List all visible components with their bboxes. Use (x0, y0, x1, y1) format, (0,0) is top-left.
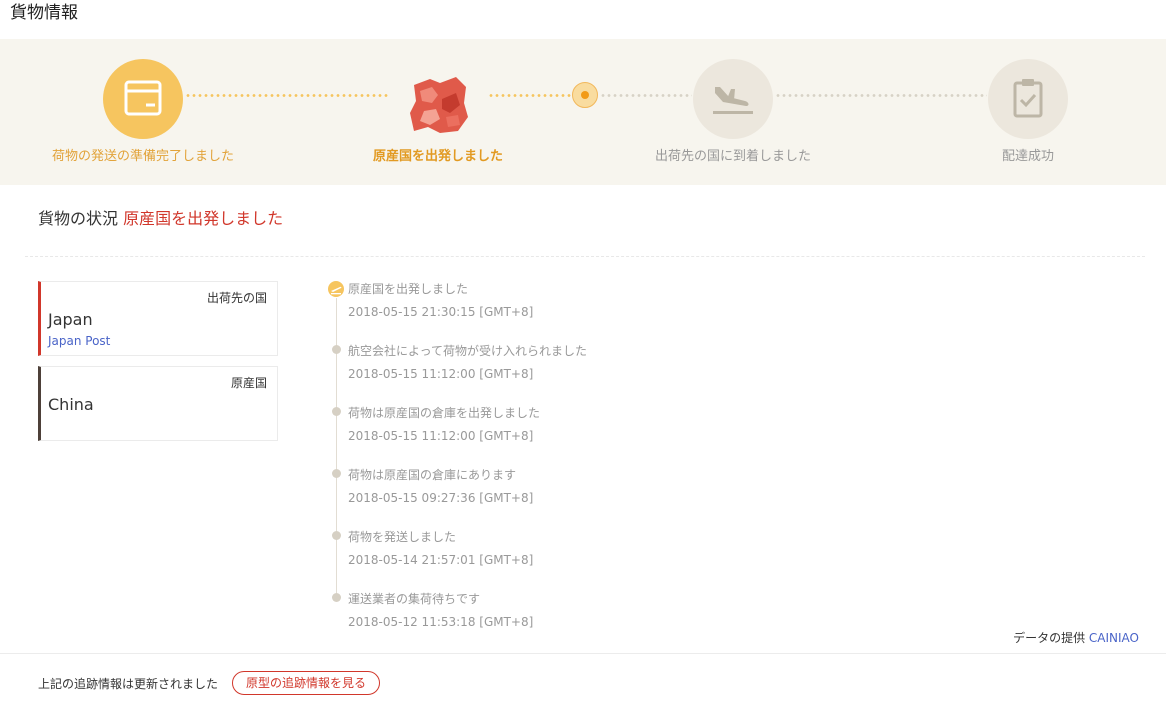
footer-divider (0, 653, 1166, 654)
progress-step-label: 荷物の発送の準備完了しました (51, 149, 234, 164)
current-position-marker (572, 82, 598, 108)
shipment-status: 貨物の状況 原産国を出発しました (38, 208, 283, 230)
destination-card: 出荷先の国 Japan Japan Post (38, 281, 278, 356)
timeline-dot (332, 593, 341, 602)
timeline-dot (332, 531, 341, 540)
timeline-dot (332, 407, 341, 416)
timeline-event-title: 荷物は原産国の倉庫にあります (348, 468, 517, 482)
provider-label: データの提供 (1013, 631, 1086, 645)
page-title: 貨物情報 (10, 3, 78, 23)
provider-link[interactable]: CAINIAO (1089, 631, 1139, 645)
timeline-event-title: 原産国を出発しました (348, 282, 469, 296)
timeline-event-title: 荷物を発送しました (348, 530, 457, 544)
progress-step-label: 出荷先の国に到着しました (654, 149, 811, 164)
progress-step-label: 配達成功 (1001, 149, 1054, 164)
package-icon (103, 59, 183, 139)
divider (25, 256, 1145, 257)
progress-step-label: 原産国を出発しました (372, 149, 503, 164)
timeline-event-title: 荷物は原産国の倉庫を出発しました (348, 406, 541, 420)
airplane-landing-icon (693, 59, 773, 139)
origin-country: China (48, 395, 94, 414)
status-prefix: 貨物の状況 (38, 209, 119, 228)
timeline-event-time: 2018-05-15 21:30:15 [GMT+8] (348, 305, 534, 319)
timeline-event-title: 航空会社によって荷物が受け入れられました (348, 344, 588, 358)
timeline-event-time: 2018-05-15 11:12:00 [GMT+8] (348, 429, 534, 443)
timeline-event-time: 2018-05-15 09:27:36 [GMT+8] (348, 491, 534, 505)
progress-step-arrived: 出荷先の国に到着しました (613, 39, 853, 185)
progress-step-departed: 原産国を出発しました (318, 39, 558, 185)
clipboard-check-icon (988, 59, 1068, 139)
progress-tracker: 荷物の発送の準備完了しました 原産国を出発しました 出荷先の国に到着しました 配… (0, 39, 1166, 185)
destination-country: Japan (48, 310, 93, 329)
airplane-departure-icon (328, 281, 344, 297)
progress-step-prepared: 荷物の発送の準備完了しました (23, 39, 263, 185)
timeline-event-time: 2018-05-15 11:12:00 [GMT+8] (348, 367, 534, 381)
update-notice: 上記の追跡情報は更新されました (38, 677, 219, 691)
carrier-link[interactable]: Japan Post (48, 334, 110, 348)
timeline-dot (332, 345, 341, 354)
timeline-event-title: 運送業者の集荷待ちです (348, 592, 481, 606)
timeline-event-time: 2018-05-12 11:53:18 [GMT+8] (348, 615, 534, 629)
timeline-event-time: 2018-05-14 21:57:01 [GMT+8] (348, 553, 534, 567)
progress-step-delivered: 配達成功 (908, 39, 1148, 185)
origin-map-icon (406, 73, 470, 137)
status-value: 原産国を出発しました (123, 209, 284, 228)
origin-card: 原産国 China (38, 366, 278, 441)
destination-role-label: 出荷先の国 (206, 291, 267, 305)
data-provider: データの提供 CAINIAO (1013, 629, 1139, 646)
timeline-dot (332, 469, 341, 478)
origin-role-label: 原産国 (230, 376, 267, 390)
view-original-tracking-button[interactable]: 原型の追跡情報を見る (232, 671, 380, 695)
timeline-line (336, 298, 337, 600)
